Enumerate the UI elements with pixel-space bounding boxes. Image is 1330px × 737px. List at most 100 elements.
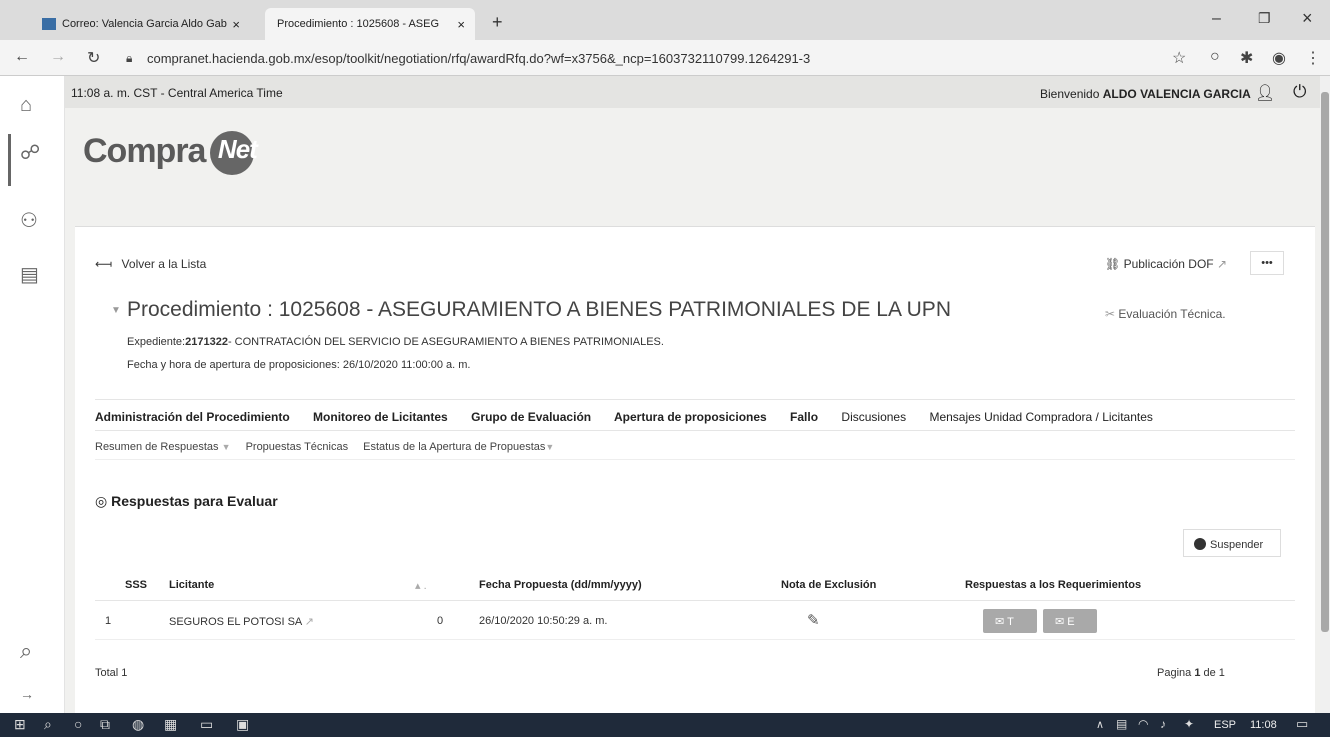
collapse-caret-icon[interactable]: ▼ [111, 305, 121, 316]
url-field[interactable]: compranet.hacienda.gob.mx/esop/toolkit/n… [147, 51, 810, 66]
edit-note-icon[interactable]: ✎ [807, 611, 820, 629]
file-explorer-icon[interactable]: ▭ [200, 716, 213, 733]
page-area: 11:08 a. m. CST - Central America Time B… [65, 76, 1320, 713]
cortana-icon[interactable]: ○ [74, 716, 82, 732]
globe-icon[interactable]: ☍ [20, 140, 40, 165]
pagination: Pagina 1 de 1 [1157, 667, 1225, 679]
subtab-estatus[interactable]: Estatus de la Apertura de Propuestas▼ [363, 441, 554, 453]
extension-icon[interactable]: ○ [1210, 48, 1220, 66]
col-respuestas[interactable]: Respuestas a los Requerimientos [965, 579, 1141, 591]
menu-dots-icon[interactable]: ⋮ [1305, 48, 1321, 68]
subtab-resumen[interactable]: Resumen de Respuestas ▼ [95, 441, 231, 453]
money-icon: ✉ [1055, 616, 1065, 628]
section-header: ◎ Respuestas para Evaluar [95, 493, 278, 510]
expand-arrow-icon[interactable]: → [20, 686, 34, 702]
users-icon[interactable]: ⚇ [20, 208, 38, 233]
restore-button[interactable]: ❐ [1258, 10, 1271, 27]
tab-label: Correo: Valencia Garcia Aldo Gab [62, 18, 227, 30]
tab-mensajes[interactable]: Mensajes Unidad Compradora / Licitantes [929, 410, 1152, 424]
tab-administracion[interactable]: Administración del Procedimiento [95, 410, 290, 424]
wifi-icon[interactable]: ◠ [1138, 717, 1148, 731]
clock[interactable]: 11:08 [1250, 719, 1277, 731]
top-info-strip: 11:08 a. m. CST - Central America Time B… [65, 76, 1320, 108]
compranet-logo: Compra Net [83, 131, 258, 175]
welcome-text: Bienvenido ALDO VALENCIA GARCIA [1040, 87, 1251, 101]
puzzle-icon[interactable]: ✱ [1240, 48, 1253, 68]
cell-count: 0 [437, 615, 444, 627]
network-icon[interactable]: ▤ [1116, 717, 1127, 731]
close-tab-icon[interactable]: × [232, 17, 240, 32]
evaluacion-label: Evaluación Técnica. [1118, 307, 1226, 321]
language-indicator[interactable]: ESP [1214, 719, 1236, 731]
logo-text-left: Compra [83, 131, 206, 170]
table-total: Total 1 [95, 667, 128, 679]
forward-arrow-icon[interactable]: → [50, 48, 66, 66]
active-indicator [8, 134, 11, 186]
col-licitante[interactable]: Licitante [169, 579, 214, 591]
user-name: ALDO VALENCIA GARCIA [1102, 87, 1251, 101]
browser-tab-mail[interactable]: Correo: Valencia Garcia Aldo Gab × [30, 8, 250, 40]
tab-grupo-evaluacion[interactable]: Grupo de Evaluación [471, 410, 591, 424]
col-sss[interactable]: SSS [125, 579, 147, 591]
col-nota[interactable]: Nota de Exclusión [781, 579, 876, 591]
home-icon[interactable]: ⌂ [20, 94, 32, 117]
scrollbar-thumb[interactable] [1321, 92, 1329, 632]
dropdown-caret-icon: ▼ [545, 442, 555, 452]
power-icon[interactable]: ⏻ [1293, 82, 1306, 102]
col-fecha[interactable]: Fecha Propuesta (dd/mm/yyyy) [479, 579, 642, 591]
browser-tab-bar: Correo: Valencia Garcia Aldo Gab × Proce… [0, 0, 1330, 40]
chrome-icon[interactable]: ◍ [132, 716, 144, 733]
user-icon[interactable]: 👤︎ [1255, 83, 1275, 103]
bookmark-star-icon[interactable]: ☆ [1172, 48, 1186, 68]
notifications-icon[interactable]: ▭ [1296, 716, 1308, 732]
back-arrow-icon[interactable]: ← [14, 48, 30, 66]
back-list-icon: ⟻ [95, 257, 113, 271]
search-icon[interactable]: ⌕ [20, 638, 32, 664]
logo-globe: Net [209, 131, 258, 175]
windows-taskbar: ⊞ ⌕ ○ ⧉ ◍ ▦ ▭ ▣ ∧ ▤ ◠ ♪ ✦ ESP 11:08 ▭ [0, 713, 1330, 737]
search-icon[interactable]: ⌕ [44, 716, 52, 733]
tab-fallo[interactable]: Fallo [790, 410, 818, 424]
tab-monitoreo[interactable]: Monitoreo de Licitantes [313, 410, 448, 424]
tray-up-icon[interactable]: ∧ [1096, 718, 1104, 731]
subtab-propuestas-tecnicas[interactable]: Propuestas Técnicas [246, 441, 349, 453]
tab-discusiones[interactable]: Discusiones [841, 410, 906, 424]
expediente-line: Expediente:2171322- CONTRATACIÓN DEL SER… [127, 336, 664, 348]
lock-icon: 🔒︎ [126, 51, 133, 65]
technical-response-button[interactable]: ✉ T [983, 609, 1037, 633]
evaluacion-tecnica-link[interactable]: ✂ Evaluación Técnica. [1105, 307, 1226, 321]
browser-tab-procedimiento[interactable]: Procedimiento : 1025608 - ASEG × [265, 8, 475, 40]
minimize-button[interactable]: – [1212, 10, 1221, 28]
dropbox-icon[interactable]: ✦ [1184, 717, 1194, 731]
cell-sss: 1 [105, 615, 112, 627]
address-bar: ← → ↻ 🔒︎ compranet.hacienda.gob.mx/esop/… [0, 40, 1330, 76]
close-tab-icon[interactable]: × [457, 17, 465, 32]
excel-icon[interactable]: ▦ [164, 716, 177, 733]
windows-start-icon[interactable]: ⊞ [14, 716, 26, 733]
sub-tabs: Resumen de Respuestas ▼ Propuestas Técni… [95, 432, 1295, 460]
dropdown-caret-icon: ▼ [221, 442, 231, 452]
publicacion-label: Publicación DOF [1123, 257, 1214, 271]
external-link-icon: ↗ [1216, 257, 1228, 271]
word-icon[interactable]: ▣ [236, 716, 249, 733]
new-tab-button[interactable]: + [492, 12, 503, 33]
expediente-label: Expediente: [127, 336, 186, 348]
more-actions-button[interactable]: ••• [1250, 251, 1284, 275]
sort-icon[interactable]: ▴ . [415, 579, 427, 592]
economic-response-button[interactable]: ✉ E [1043, 609, 1097, 633]
documents-icon[interactable]: ▤ [20, 262, 39, 287]
cell-fecha: 26/10/2020 10:50:29 a. m. [479, 615, 608, 627]
task-view-icon[interactable]: ⧉ [100, 716, 110, 733]
volume-icon[interactable]: ♪ [1160, 717, 1166, 731]
pause-icon [1194, 538, 1206, 550]
cell-licitante-link[interactable]: SEGUROS EL POTOSI SA ↗ [169, 615, 314, 628]
reload-icon[interactable]: ↻ [87, 48, 100, 68]
suspend-button[interactable]: Suspender [1183, 529, 1281, 557]
profile-icon[interactable]: ◉ [1272, 48, 1286, 68]
external-link-icon: ↗ [304, 616, 314, 628]
publicacion-dof-link[interactable]: ⛓︎ Publicación DOF ↗ [1105, 257, 1227, 271]
back-to-list-link[interactable]: ⟻ Volver a la Lista [95, 257, 206, 271]
table-row: 1 SEGUROS EL POTOSI SA ↗ 0 26/10/2020 10… [95, 602, 1295, 640]
tab-apertura[interactable]: Apertura de proposiciones [614, 410, 767, 424]
window-close-button[interactable]: × [1302, 8, 1313, 29]
